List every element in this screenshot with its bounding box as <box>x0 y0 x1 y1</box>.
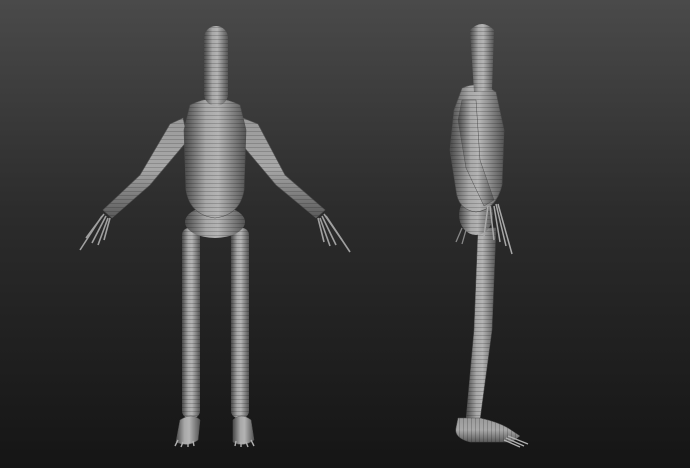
front-head <box>204 26 228 106</box>
side-feet <box>455 417 529 448</box>
front-left-hand <box>79 213 111 251</box>
front-view-figure <box>79 26 351 448</box>
front-left-arm <box>79 117 189 251</box>
3d-viewport[interactable] <box>0 0 690 468</box>
front-torso <box>183 98 247 219</box>
scene-canvas <box>79 24 529 448</box>
side-back-leg <box>465 227 497 421</box>
side-view-figure <box>449 24 529 448</box>
front-right-hand <box>317 213 351 253</box>
front-left-leg <box>174 228 201 448</box>
front-right-arm <box>237 117 351 253</box>
front-right-leg <box>231 228 255 448</box>
side-head <box>470 24 494 92</box>
